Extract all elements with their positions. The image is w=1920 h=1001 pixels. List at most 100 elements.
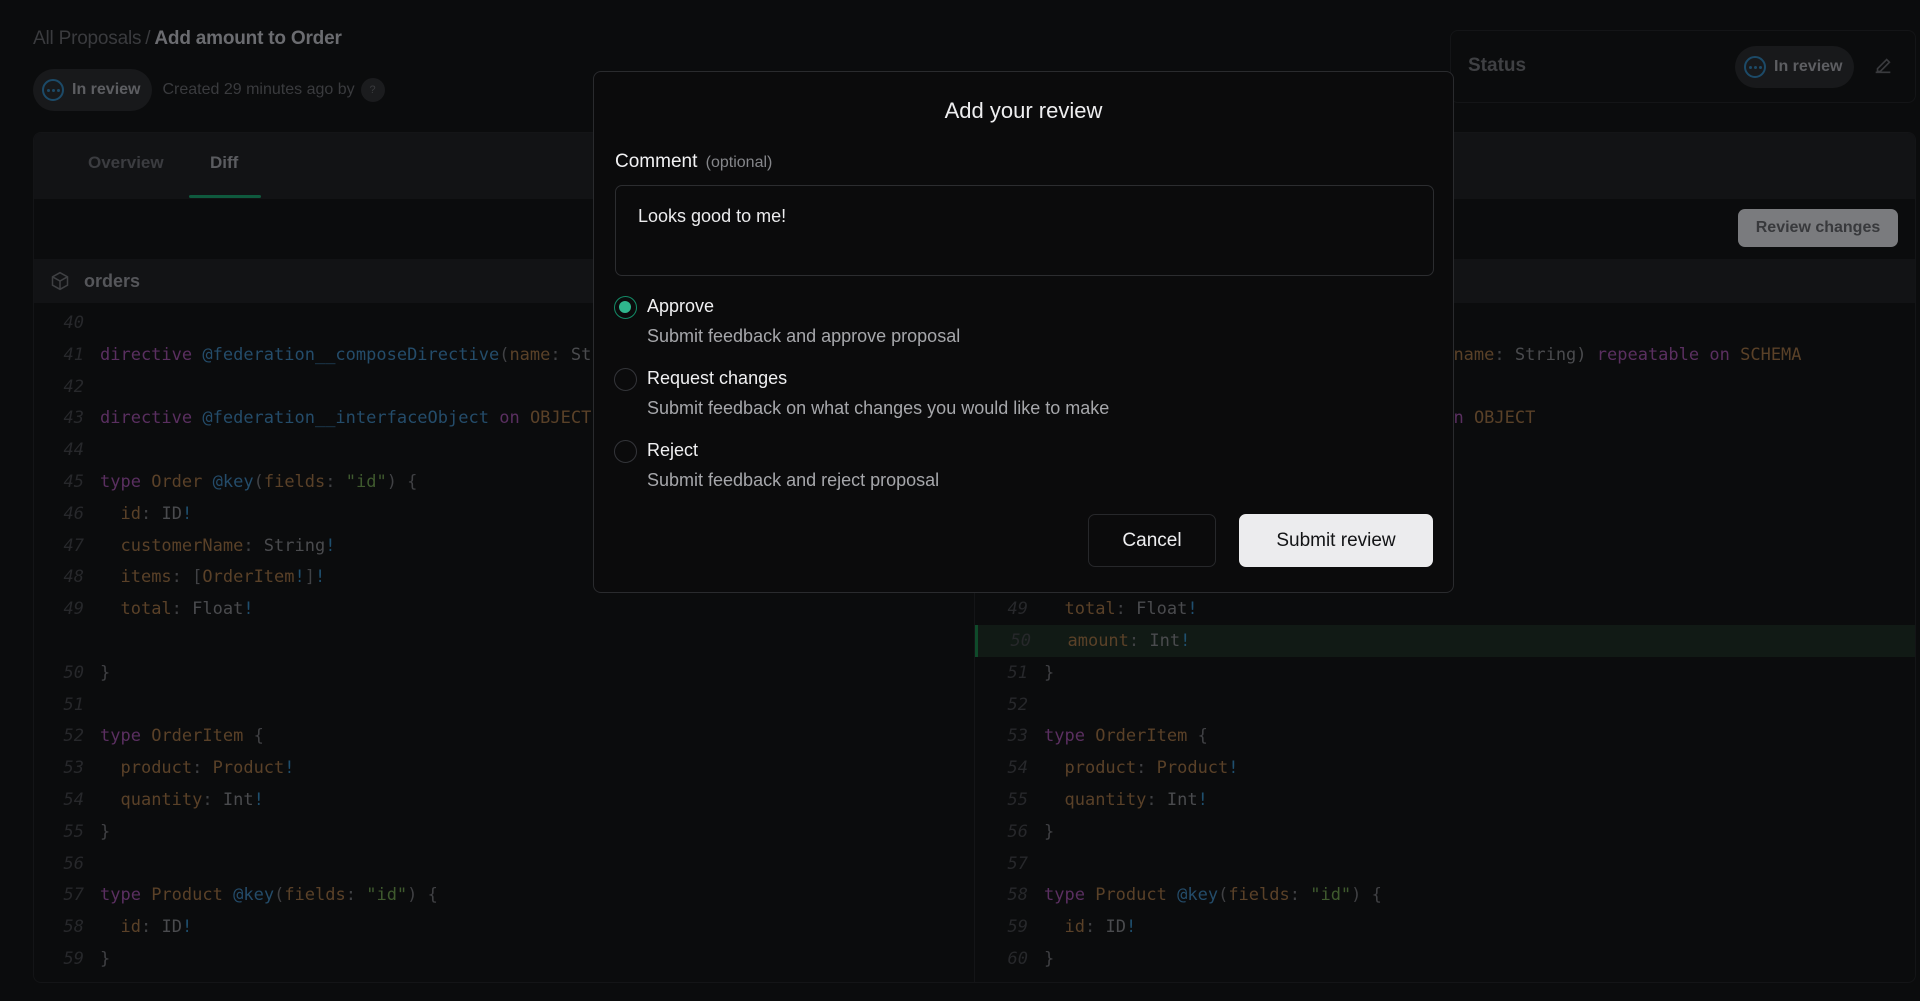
dialog-title: Add your review bbox=[944, 98, 1103, 123]
line-number: 52 bbox=[1007, 694, 1028, 715]
line-code: type OrderItem { bbox=[100, 726, 264, 747]
line-code: customerName: String! bbox=[120, 535, 336, 556]
request-changes-description: Submit feedback on what changes you woul… bbox=[647, 398, 1110, 418]
line-number: 55 bbox=[1007, 790, 1028, 810]
status-badge: In review bbox=[33, 69, 153, 111]
submit-review-button[interactable]: Submit review bbox=[1239, 514, 1433, 567]
diff-line: 52 bbox=[975, 689, 1915, 721]
diff-line: 53 type OrderItem { bbox=[975, 720, 1915, 752]
diff-line: 49 total: Float! bbox=[34, 593, 974, 625]
reject-radio[interactable] bbox=[614, 440, 637, 463]
line-number: 54 bbox=[63, 790, 84, 810]
approve-description: Submit feedback and approve proposal bbox=[647, 326, 961, 346]
line-code: type Order @key(fields: "id") { bbox=[100, 472, 418, 492]
comment-optional-hint: (optional) bbox=[705, 154, 773, 171]
line-code: id: ID! bbox=[120, 917, 193, 938]
line-number: 59 bbox=[63, 949, 84, 969]
line-number: 59 bbox=[1007, 917, 1028, 938]
diff-line: 51} bbox=[975, 657, 1915, 689]
cube-icon bbox=[51, 271, 69, 291]
line-number: 42 bbox=[63, 376, 84, 397]
line-code: } bbox=[1044, 662, 1055, 683]
diff-line: 59 id: ID! bbox=[975, 911, 1915, 943]
status-card-label: Status bbox=[1468, 55, 1527, 76]
status-badge-label: In review bbox=[72, 81, 141, 98]
file-name: orders bbox=[84, 270, 141, 291]
line-code: items: [OrderItem!]! bbox=[120, 567, 326, 588]
line-number: 50 bbox=[63, 662, 84, 683]
line-code: directive @federation__interfaceObject o… bbox=[100, 408, 592, 429]
diff-line: 59} bbox=[34, 943, 974, 975]
diff-line: 56} bbox=[975, 816, 1915, 848]
line-code: id: ID! bbox=[120, 503, 193, 524]
diff-line: 60} bbox=[975, 943, 1915, 975]
approve-label[interactable]: Approve bbox=[647, 296, 714, 317]
request-changes-label[interactable]: Request changes bbox=[647, 368, 787, 389]
diff-line: 55 quantity: Int! bbox=[975, 784, 1915, 816]
diff-line: 55} bbox=[34, 816, 974, 848]
diff-line: 53 product: Product! bbox=[34, 752, 974, 784]
diff-line: 58 type Product @key(fields: "id") { bbox=[975, 879, 1915, 911]
line-number: 41 bbox=[63, 344, 84, 365]
line-number: 45 bbox=[63, 472, 84, 492]
comment-label: Comment (optional) bbox=[615, 151, 772, 173]
reject-description: Submit feedback and reject proposal bbox=[647, 470, 940, 490]
status-card: Status In review bbox=[1450, 30, 1916, 103]
diff-line: 57 bbox=[975, 848, 1915, 880]
diff-line: 50} bbox=[34, 657, 974, 689]
comment-input[interactable] bbox=[615, 185, 1434, 276]
line-code: } bbox=[100, 662, 111, 683]
request-changes-radio[interactable] bbox=[614, 368, 637, 391]
review-dialog: Add your review Comment (optional) Appro… bbox=[593, 71, 1454, 593]
tab-diff[interactable]: Diff bbox=[210, 153, 238, 173]
line-code: product: Product! bbox=[120, 758, 295, 779]
diff-line: 54 quantity: Int! bbox=[34, 784, 974, 816]
diff-line: 52 type OrderItem { bbox=[34, 720, 974, 752]
in-review-icon bbox=[42, 79, 64, 101]
cancel-button[interactable]: Cancel bbox=[1088, 514, 1216, 567]
in-review-icon bbox=[1744, 56, 1766, 78]
diff-line: 51 bbox=[34, 689, 974, 721]
status-card-badge[interactable]: In review bbox=[1735, 46, 1855, 88]
created-text: Created 29 minutes ago by bbox=[162, 81, 355, 98]
line-number: 54 bbox=[1007, 758, 1028, 779]
line-code: id: ID! bbox=[1064, 917, 1137, 938]
line-code: total: Float! bbox=[1064, 599, 1198, 620]
author-avatar[interactable]: ? bbox=[360, 78, 385, 102]
line-number: 56 bbox=[1007, 821, 1028, 842]
diff-line: 49 total: Float! bbox=[975, 593, 1915, 625]
line-number: 46 bbox=[63, 503, 84, 524]
line-code: quantity: Int! bbox=[1064, 790, 1208, 810]
breadcrumb-current: Add amount to Order bbox=[154, 28, 342, 49]
breadcrumb-separator: / bbox=[145, 28, 151, 49]
line-number: 49 bbox=[1007, 599, 1028, 620]
edit-pencil-icon[interactable] bbox=[1872, 54, 1894, 76]
comment-label-text: Comment bbox=[615, 151, 698, 172]
line-number: 58 bbox=[63, 917, 84, 938]
status-card-badge-label: In review bbox=[1774, 58, 1843, 75]
line-number: 43 bbox=[63, 408, 84, 429]
diff-line: 57 type Product @key(fields: "id") { bbox=[34, 879, 974, 911]
line-number: 48 bbox=[63, 567, 84, 588]
diff-line: 54 product: Product! bbox=[975, 752, 1915, 784]
line-number: 49 bbox=[63, 599, 84, 620]
line-number: 52 bbox=[63, 726, 84, 747]
review-changes-button[interactable]: Review changes bbox=[1738, 209, 1898, 247]
line-code: type Product @key(fields: "id") { bbox=[1044, 885, 1382, 906]
line-number: 57 bbox=[63, 885, 84, 906]
active-tab-indicator bbox=[189, 195, 261, 198]
line-number: 53 bbox=[1007, 726, 1028, 747]
line-number: 55 bbox=[63, 821, 84, 842]
diff-line bbox=[34, 625, 974, 657]
line-code: type Product @key(fields: "id") { bbox=[100, 885, 438, 906]
breadcrumb-all-proposals[interactable]: All Proposals bbox=[33, 28, 141, 49]
reject-label[interactable]: Reject bbox=[647, 440, 698, 461]
line-code: } bbox=[100, 949, 111, 969]
line-code: } bbox=[1044, 821, 1055, 842]
tab-overview[interactable]: Overview bbox=[88, 153, 164, 173]
line-code: } bbox=[100, 821, 111, 842]
approve-radio[interactable] bbox=[614, 296, 637, 319]
diff-line: 58 id: ID! bbox=[34, 911, 974, 943]
line-number: 60 bbox=[1007, 949, 1028, 969]
line-number: 51 bbox=[1007, 662, 1028, 683]
